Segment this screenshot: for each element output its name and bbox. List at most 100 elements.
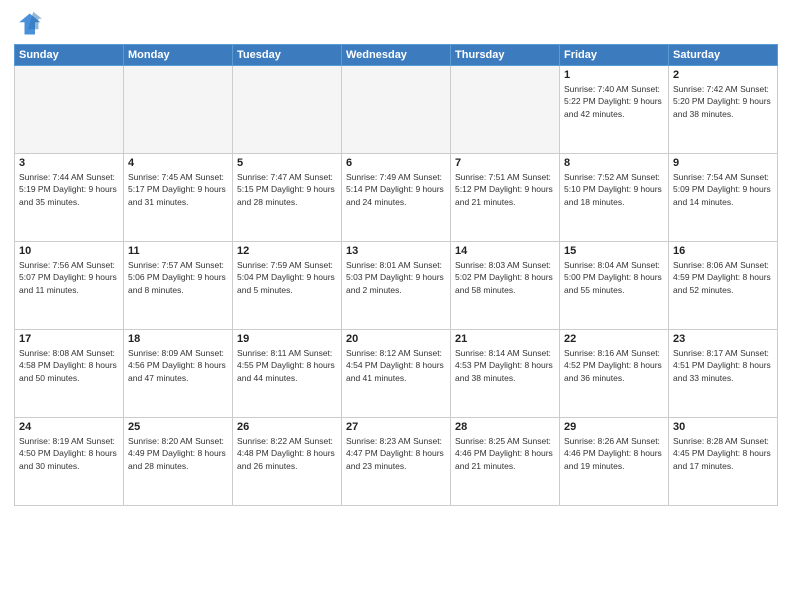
- logo-icon: [14, 10, 42, 38]
- day-number: 6: [346, 157, 446, 169]
- day-cell-9: 9 Sunrise: 7:54 AM Sunset: 5:09 PM Daylig…: [669, 154, 778, 242]
- day-number: 22: [564, 333, 664, 345]
- day-number: 10: [19, 245, 119, 257]
- weekday-tuesday: Tuesday: [233, 45, 342, 66]
- day-cell-3: 3Sunrise: 7:44 AM Sunset: 5:19 PM Daylig…: [15, 154, 124, 242]
- day-cell-29: 29 Sunrise: 8:26 AM Sunset: 4:46 PM Dayli…: [560, 418, 669, 506]
- day-cell-14: 14 Sunrise: 8:03 AM Sunset: 5:02 PM Dayli…: [451, 242, 560, 330]
- weekday-friday: Friday: [560, 45, 669, 66]
- empty-cell: [233, 66, 342, 154]
- logo: [14, 10, 46, 38]
- day-cell-28: 28 Sunrise: 8:25 AM Sunset: 4:46 PM Dayli…: [451, 418, 560, 506]
- day-info: Sunrise: 8:09 AM Sunset: 4:56 PM Dayligh…: [128, 347, 228, 384]
- day-number: 19: [237, 333, 337, 345]
- day-info: Sunrise: 7:42 AM Sunset: 5:20 PM Dayligh…: [673, 83, 773, 120]
- day-info: Sunrise: 8:04 AM Sunset: 5:00 PM Dayligh…: [564, 259, 664, 296]
- day-number: 2: [673, 69, 773, 81]
- day-cell-26: 26 Sunrise: 8:22 AM Sunset: 4:48 PM Dayli…: [233, 418, 342, 506]
- day-info: Sunrise: 7:57 AM Sunset: 5:06 PM Dayligh…: [128, 259, 228, 296]
- day-cell-20: 20 Sunrise: 8:12 AM Sunset: 4:54 PM Dayli…: [342, 330, 451, 418]
- day-info: Sunrise: 7:40 AM Sunset: 5:22 PM Dayligh…: [564, 83, 664, 120]
- day-info: Sunrise: 8:06 AM Sunset: 4:59 PM Dayligh…: [673, 259, 773, 296]
- day-cell-12: 12 Sunrise: 7:59 AM Sunset: 5:04 PM Dayli…: [233, 242, 342, 330]
- day-cell-10: 10 Sunrise: 7:56 AM Sunset: 5:07 PM Dayli…: [15, 242, 124, 330]
- day-cell-24: 24Sunrise: 8:19 AM Sunset: 4:50 PM Dayli…: [15, 418, 124, 506]
- day-cell-21: 21 Sunrise: 8:14 AM Sunset: 4:53 PM Dayli…: [451, 330, 560, 418]
- calendar-row-5: 24Sunrise: 8:19 AM Sunset: 4:50 PM Dayli…: [15, 418, 778, 506]
- day-info: Sunrise: 8:08 AM Sunset: 4:58 PM Dayligh…: [19, 347, 119, 384]
- day-info: Sunrise: 7:56 AM Sunset: 5:07 PM Dayligh…: [19, 259, 119, 296]
- day-info: Sunrise: 8:14 AM Sunset: 4:53 PM Dayligh…: [455, 347, 555, 384]
- day-number: 25: [128, 421, 228, 433]
- day-number: 1: [564, 69, 664, 81]
- day-info: Sunrise: 7:49 AM Sunset: 5:14 PM Dayligh…: [346, 171, 446, 208]
- day-number: 12: [237, 245, 337, 257]
- day-cell-25: 25 Sunrise: 8:20 AM Sunset: 4:49 PM Dayli…: [124, 418, 233, 506]
- day-number: 18: [128, 333, 228, 345]
- day-info: Sunrise: 8:26 AM Sunset: 4:46 PM Dayligh…: [564, 435, 664, 472]
- day-info: Sunrise: 8:20 AM Sunset: 4:49 PM Dayligh…: [128, 435, 228, 472]
- day-cell-18: 18 Sunrise: 8:09 AM Sunset: 4:56 PM Dayli…: [124, 330, 233, 418]
- day-info: Sunrise: 8:12 AM Sunset: 4:54 PM Dayligh…: [346, 347, 446, 384]
- day-number: 15: [564, 245, 664, 257]
- weekday-wednesday: Wednesday: [342, 45, 451, 66]
- day-number: 21: [455, 333, 555, 345]
- day-number: 11: [128, 245, 228, 257]
- day-info: Sunrise: 8:17 AM Sunset: 4:51 PM Dayligh…: [673, 347, 773, 384]
- calendar-row-3: 10 Sunrise: 7:56 AM Sunset: 5:07 PM Dayli…: [15, 242, 778, 330]
- day-cell-15: 15 Sunrise: 8:04 AM Sunset: 5:00 PM Dayli…: [560, 242, 669, 330]
- weekday-saturday: Saturday: [669, 45, 778, 66]
- day-number: 8: [564, 157, 664, 169]
- day-info: Sunrise: 7:52 AM Sunset: 5:10 PM Dayligh…: [564, 171, 664, 208]
- day-number: 9: [673, 157, 773, 169]
- day-cell-11: 11 Sunrise: 7:57 AM Sunset: 5:06 PM Dayli…: [124, 242, 233, 330]
- day-cell-1: 1 Sunrise: 7:40 AM Sunset: 5:22 PM Daylig…: [560, 66, 669, 154]
- day-cell-13: 13Sunrise: 8:01 AM Sunset: 5:03 PM Dayli…: [342, 242, 451, 330]
- day-info: Sunrise: 7:54 AM Sunset: 5:09 PM Dayligh…: [673, 171, 773, 208]
- day-number: 17: [19, 333, 119, 345]
- day-number: 29: [564, 421, 664, 433]
- day-info: Sunrise: 8:28 AM Sunset: 4:45 PM Dayligh…: [673, 435, 773, 472]
- day-cell-6: 6 Sunrise: 7:49 AM Sunset: 5:14 PM Daylig…: [342, 154, 451, 242]
- day-number: 20: [346, 333, 446, 345]
- day-info: Sunrise: 7:51 AM Sunset: 5:12 PM Dayligh…: [455, 171, 555, 208]
- day-number: 23: [673, 333, 773, 345]
- day-info: Sunrise: 8:03 AM Sunset: 5:02 PM Dayligh…: [455, 259, 555, 296]
- day-number: 16: [673, 245, 773, 257]
- day-info: Sunrise: 8:11 AM Sunset: 4:55 PM Dayligh…: [237, 347, 337, 384]
- day-number: 26: [237, 421, 337, 433]
- calendar-row-1: 1 Sunrise: 7:40 AM Sunset: 5:22 PM Daylig…: [15, 66, 778, 154]
- day-info: Sunrise: 7:44 AM Sunset: 5:19 PM Dayligh…: [19, 171, 119, 208]
- day-info: Sunrise: 7:47 AM Sunset: 5:15 PM Dayligh…: [237, 171, 337, 208]
- day-cell-5: 5Sunrise: 7:47 AM Sunset: 5:15 PM Daylig…: [233, 154, 342, 242]
- day-cell-2: 2 Sunrise: 7:42 AM Sunset: 5:20 PM Daylig…: [669, 66, 778, 154]
- page: SundayMondayTuesdayWednesdayThursdayFrid…: [0, 0, 792, 612]
- calendar-row-4: 17 Sunrise: 8:08 AM Sunset: 4:58 PM Dayli…: [15, 330, 778, 418]
- day-info: Sunrise: 8:19 AM Sunset: 4:50 PM Dayligh…: [19, 435, 119, 472]
- day-number: 30: [673, 421, 773, 433]
- day-cell-27: 27Sunrise: 8:23 AM Sunset: 4:47 PM Dayli…: [342, 418, 451, 506]
- day-info: Sunrise: 8:22 AM Sunset: 4:48 PM Dayligh…: [237, 435, 337, 472]
- day-cell-30: 30 Sunrise: 8:28 AM Sunset: 4:45 PM Dayli…: [669, 418, 778, 506]
- calendar: SundayMondayTuesdayWednesdayThursdayFrid…: [14, 44, 778, 506]
- empty-cell: [342, 66, 451, 154]
- day-cell-22: 22Sunrise: 8:16 AM Sunset: 4:52 PM Dayli…: [560, 330, 669, 418]
- day-info: Sunrise: 8:01 AM Sunset: 5:03 PM Dayligh…: [346, 259, 446, 296]
- day-number: 7: [455, 157, 555, 169]
- day-number: 4: [128, 157, 228, 169]
- day-info: Sunrise: 8:23 AM Sunset: 4:47 PM Dayligh…: [346, 435, 446, 472]
- weekday-sunday: Sunday: [15, 45, 124, 66]
- weekday-monday: Monday: [124, 45, 233, 66]
- calendar-row-2: 3Sunrise: 7:44 AM Sunset: 5:19 PM Daylig…: [15, 154, 778, 242]
- day-cell-17: 17 Sunrise: 8:08 AM Sunset: 4:58 PM Dayli…: [15, 330, 124, 418]
- day-number: 28: [455, 421, 555, 433]
- header: [14, 10, 778, 38]
- day-info: Sunrise: 8:25 AM Sunset: 4:46 PM Dayligh…: [455, 435, 555, 472]
- weekday-header-row: SundayMondayTuesdayWednesdayThursdayFrid…: [15, 45, 778, 66]
- day-cell-8: 8 Sunrise: 7:52 AM Sunset: 5:10 PM Daylig…: [560, 154, 669, 242]
- day-info: Sunrise: 7:59 AM Sunset: 5:04 PM Dayligh…: [237, 259, 337, 296]
- day-number: 14: [455, 245, 555, 257]
- weekday-thursday: Thursday: [451, 45, 560, 66]
- empty-cell: [124, 66, 233, 154]
- day-info: Sunrise: 7:45 AM Sunset: 5:17 PM Dayligh…: [128, 171, 228, 208]
